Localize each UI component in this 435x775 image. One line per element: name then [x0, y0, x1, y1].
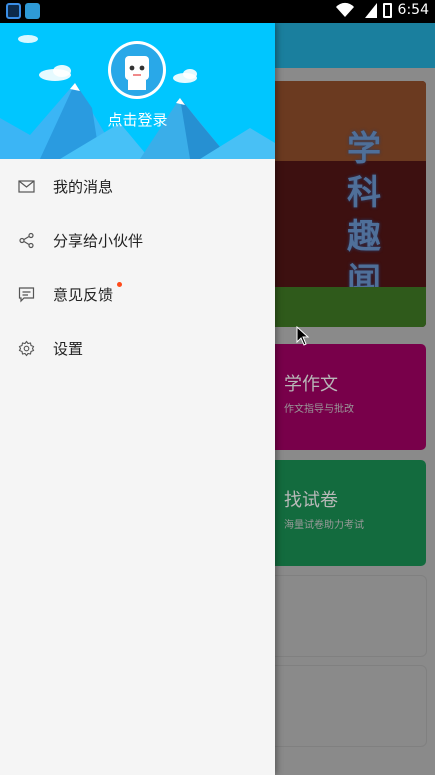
status-icons: 6:54 — [335, 2, 429, 18]
card-title: 找试卷 — [284, 490, 338, 511]
wifi-icon — [335, 2, 354, 18]
notification-badge — [117, 282, 122, 287]
banner-char: 科 — [347, 173, 381, 213]
card-subtitle: 作文指导与批改 — [284, 404, 354, 415]
drawer-menu: 我的消息 分享给小伙伴 意见反馈 设置 — [0, 159, 275, 375]
menu-item-label: 设置 — [53, 339, 84, 358]
card-subtitle: 海量试卷助力考试 — [284, 520, 364, 531]
feedback-icon — [18, 286, 35, 302]
login-button[interactable]: 点击登录 — [0, 109, 275, 130]
menu-item-label: 我的消息 — [53, 177, 114, 196]
banner-char: 趣 — [347, 217, 381, 257]
navigation-drawer: 点击登录 我的消息 分享给小伙伴 意见反馈 设置 — [0, 23, 275, 775]
mail-icon — [18, 179, 35, 193]
drawer-header: 点击登录 — [0, 23, 275, 159]
status-time: 6:54 — [397, 2, 429, 18]
menu-item-label: 分享给小伙伴 — [53, 231, 144, 250]
notification-app-icon-2 — [25, 3, 40, 19]
menu-item-settings[interactable]: 设置 — [0, 321, 275, 375]
settings-icon — [18, 340, 35, 356]
mouse-cursor-icon — [296, 326, 310, 346]
banner-char: 学 — [347, 129, 381, 169]
menu-item-messages[interactable]: 我的消息 — [0, 159, 275, 213]
menu-item-label: 意见反馈 — [53, 285, 114, 304]
menu-item-share[interactable]: 分享给小伙伴 — [0, 213, 275, 267]
battery-icon — [382, 2, 392, 18]
avatar-mascot-icon — [111, 44, 163, 96]
avatar[interactable] — [108, 41, 166, 99]
notification-icons — [6, 3, 40, 19]
card-title: 学作文 — [284, 374, 338, 395]
banner-title: 学 科 趣 闻 — [334, 129, 394, 301]
signal-icon — [364, 2, 377, 18]
status-bar: 6:54 — [0, 0, 435, 23]
share-icon — [19, 232, 34, 248]
notification-app-icon — [6, 3, 21, 19]
menu-item-feedback[interactable]: 意见反馈 — [0, 267, 275, 321]
